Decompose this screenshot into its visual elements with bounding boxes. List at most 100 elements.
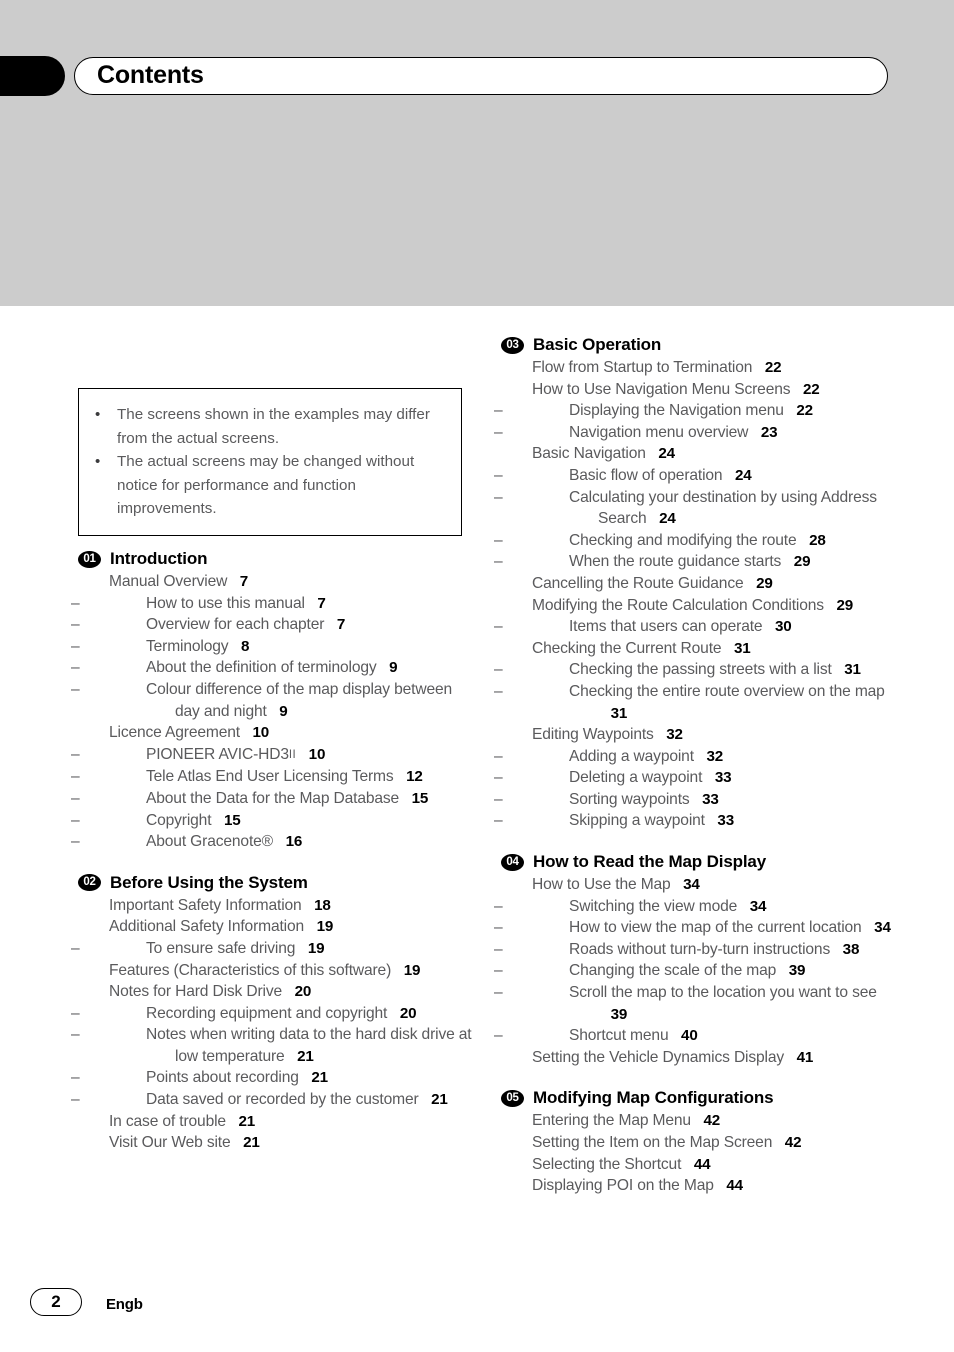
dash-icon: – — [71, 811, 80, 829]
chapter-number-badge: 01 — [78, 550, 101, 568]
toc-entry-page: 9 — [389, 659, 398, 677]
toc-entry-label: Checking the entire route overview on th… — [569, 682, 885, 700]
toc-entry-label: Cancelling the Route Guidance — [532, 574, 744, 592]
toc-entry-additional-safety-information[interactable]: Additional Safety Information 19 — [78, 916, 473, 938]
toc-entry-how-to-use-the-map[interactable]: How to Use the Map 34 — [501, 874, 896, 896]
toc-entry-displaying-poi-on-the-map[interactable]: Displaying POI on the Map 44 — [501, 1175, 896, 1197]
toc-entry-displaying-the-navigation-menu[interactable]: – Displaying the Navigation menu 22 — [494, 400, 896, 422]
toc-entry-data-saved-or-recorded-by-the-customer[interactable]: – Data saved or recorded by the customer … — [71, 1089, 473, 1111]
toc-entry-page: 20 — [294, 983, 312, 1001]
toc-entry-page: 22 — [764, 359, 782, 376]
toc-entry-how-to-view-the-map-of-the-current-location[interactable]: – How to view the map of the current loca… — [494, 917, 896, 939]
toc-entry-overview-for-each-chapter[interactable]: – Overview for each chapter 7 — [71, 614, 473, 636]
toc-entry-in-case-of-trouble[interactable]: In case of trouble 21 — [78, 1111, 473, 1133]
toc-entry-when-the-route-guidance-starts[interactable]: – When the route guidance starts 29 — [494, 551, 896, 573]
toc-entry-page: 22 — [796, 402, 813, 420]
toc-entry-notes-when-writing-data-to-the-hard-disk-drive[interactable]: – Notes when writing data to the hard dis… — [71, 1024, 473, 1067]
toc-entry-colour-difference-of-the-map-display-between-d[interactable]: – Colour difference of the map display be… — [71, 679, 473, 722]
toc-entry-terminology[interactable]: – Terminology 8 — [71, 636, 473, 658]
toc-entry-important-safety-information[interactable]: Important Safety Information 18 — [78, 895, 473, 917]
toc-entry-items-that-users-can-operate[interactable]: – Items that users can operate 30 — [494, 616, 896, 638]
dash-icon: – — [494, 919, 503, 937]
toc-entry-about-gracenote[interactable]: – About Gracenote® 16 — [71, 831, 473, 853]
toc-entry-page: 21 — [238, 1112, 256, 1130]
toc-entry-sorting-waypoints[interactable]: – Sorting waypoints 33 — [494, 789, 896, 811]
toc-entry-label: Checking and modifying the route — [569, 531, 797, 549]
toc-entry-calculating-your-destination-by-using-address-[interactable]: – Calculating your destination by using A… — [494, 487, 896, 530]
toc-entry-manual-overview[interactable]: Manual Overview 7 — [78, 571, 473, 593]
toc-entry-checking-the-passing-streets-with-a-list[interactable]: – Checking the passing streets with a lis… — [494, 659, 896, 681]
chapter-title: Modifying Map Configurations — [533, 1088, 774, 1108]
toc-entry-checking-and-modifying-the-route[interactable]: – Checking and modifying the route 28 — [494, 530, 896, 552]
toc-entry-roads-without-turn-by-turn-instructions[interactable]: – Roads without turn-by-turn instructions… — [494, 939, 896, 961]
toc-entry-setting-the-vehicle-dynamics-display[interactable]: Setting the Vehicle Dynamics Display 41 — [501, 1047, 896, 1069]
toc-entry-selecting-the-shortcut[interactable]: Selecting the Shortcut 44 — [501, 1154, 896, 1176]
toc-entry-adding-a-waypoint[interactable]: – Adding a waypoint 32 — [494, 746, 896, 768]
toc-entry-how-to-use-this-manual[interactable]: – How to use this manual 7 — [71, 593, 473, 615]
toc-entry-scroll-the-map-to-the-location-you-want-to-see[interactable]: – Scroll the map to the location you want… — [494, 982, 896, 1025]
toc-entry-cancelling-the-route-guidance[interactable]: Cancelling the Route Guidance 29 — [501, 573, 896, 595]
chapter-heading[interactable]: 02 Before Using the System — [78, 872, 473, 894]
toc-entry-licence-agreement[interactable]: Licence Agreement 10 — [78, 722, 473, 744]
toc-entry-about-the-definition-of-terminology[interactable]: – About the definition of terminology 9 — [71, 657, 473, 679]
toc-entry-about-the-data-for-the-map-database[interactable]: – About the Data for the Map Database 15 — [71, 788, 473, 810]
toc-entry-page: 15 — [411, 789, 429, 807]
toc-chapter-02: 02 Before Using the System Important Safet… — [71, 872, 473, 1154]
toc-entry-setting-the-item-on-the-map-screen[interactable]: Setting the Item on the Map Screen 42 — [501, 1132, 896, 1154]
toc-entry-flow-from-startup-to-termination[interactable]: Flow from Startup to Termination 22 — [501, 357, 896, 379]
toc-entry-skipping-a-waypoint[interactable]: – Skipping a waypoint 33 — [494, 810, 896, 832]
toc-entry-tele-atlas-end-user-licensing-terms[interactable]: – Tele Atlas End User Licensing Terms 12 — [71, 766, 473, 788]
toc-entry-copyright[interactable]: – Copyright 15 — [71, 810, 473, 832]
toc-entry-label: Points about recording — [146, 1069, 299, 1087]
toc-entry-visit-our-web-site[interactable]: Visit Our Web site 21 — [78, 1132, 473, 1154]
toc-entry-modifying-the-route-calculation-conditions[interactable]: Modifying the Route Calculation Conditio… — [501, 595, 896, 617]
toc-entry-basic-flow-of-operation[interactable]: – Basic flow of operation 24 — [494, 465, 896, 487]
dash-icon: – — [494, 423, 503, 441]
toc-entry-changing-the-scale-of-the-map[interactable]: – Changing the scale of the map 39 — [494, 960, 896, 982]
toc-entry-navigation-menu-overview[interactable]: – Navigation menu overview 23 — [494, 422, 896, 444]
toc-entry-checking-the-current-route[interactable]: Checking the Current Route 31 — [501, 638, 896, 660]
toc-entry-shortcut-menu[interactable]: – Shortcut menu 40 — [494, 1025, 896, 1047]
toc-entry-label: Visit Our Web site — [109, 1134, 231, 1152]
toc-entry-checking-the-entire-route-overview-on-the-map[interactable]: – Checking the entire route overview on t… — [494, 681, 896, 724]
toc-entry-recording-equipment-and-copyright[interactable]: – Recording equipment and copyright 20 — [71, 1003, 473, 1025]
toc-entry-editing-waypoints[interactable]: Editing Waypoints 32 — [501, 724, 896, 746]
chapter-heading[interactable]: 01 Introduction — [78, 548, 473, 570]
toc-entry-label: Changing the scale of the map — [569, 962, 777, 980]
dash-icon: – — [71, 1091, 80, 1109]
chapter-heading[interactable]: 05 Modifying Map Configurations — [501, 1087, 896, 1109]
chapter-heading[interactable]: 03 Basic Operation — [501, 334, 896, 356]
toc-entry-features-characteristics-of-this-software[interactable]: Features (Characteristics of this softwa… — [78, 960, 473, 982]
toc-entry-entering-the-map-menu[interactable]: Entering the Map Menu 42 — [501, 1110, 896, 1132]
toc-entry-label: Editing Waypoints — [532, 726, 654, 744]
toc-entry-page: 31 — [733, 639, 751, 657]
toc-entry-page: 44 — [726, 1177, 743, 1195]
dash-icon: – — [71, 594, 80, 612]
chapter-heading[interactable]: 04 How to Read the Map Display — [501, 851, 896, 873]
toc-entry-switching-the-view-mode[interactable]: – Switching the view mode 34 — [494, 896, 896, 918]
toc-entry-label: How to Use Navigation Menu Screens — [532, 380, 791, 398]
toc-entry-how-to-use-navigation-menu-screens[interactable]: How to Use Navigation Menu Screens 22 — [501, 379, 896, 401]
toc-entry-notes-for-hard-disk-drive[interactable]: Notes for Hard Disk Drive 20 — [78, 981, 473, 1003]
toc-entry-pioneer-avic-hd3[interactable]: – PIONEER AVIC-HD3II 10 — [71, 744, 473, 767]
toc-entry-basic-navigation[interactable]: Basic Navigation 24 — [501, 443, 896, 465]
toc-entry-deleting-a-waypoint[interactable]: – Deleting a waypoint 33 — [494, 767, 896, 789]
dash-icon: – — [494, 984, 503, 1002]
toc-entry-label: Selecting the Shortcut — [532, 1155, 682, 1173]
toc-entry-points-about-recording[interactable]: – Points about recording 21 — [71, 1067, 473, 1089]
toc-entry-to-ensure-safe-driving[interactable]: – To ensure safe driving 19 — [71, 938, 473, 960]
toc-entry-page: 29 — [793, 553, 811, 571]
toc-entry-label: Items that users can operate — [569, 618, 763, 636]
